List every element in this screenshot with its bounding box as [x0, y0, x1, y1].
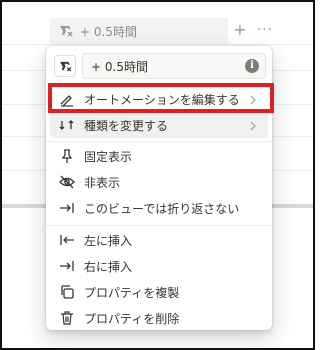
trash-icon	[58, 309, 76, 327]
more-options-button[interactable]: ···	[256, 19, 274, 41]
property-column-header[interactable]: + 0.5時間	[50, 18, 228, 44]
no-wrap-menu-item[interactable]: このビューでは折り返さない	[50, 195, 268, 221]
menu-separator	[46, 225, 272, 226]
grid-line	[2, 44, 313, 45]
property-type-button[interactable]	[54, 55, 76, 77]
eye-off-icon	[58, 173, 76, 191]
pin-menu-item[interactable]: 固定表示	[50, 143, 268, 169]
menu-item-label: プロパティを複製	[84, 285, 180, 300]
menu-item-label: 左に挿入	[84, 233, 133, 248]
insert-right-menu-item[interactable]: 右に挿入	[50, 253, 268, 279]
property-name-row: + 0.5時間 i	[54, 53, 266, 79]
highlight-annotation-box	[48, 83, 274, 113]
property-name-value: + 0.5時間	[91, 59, 148, 74]
add-property-button[interactable]: +	[232, 19, 248, 41]
pin-icon	[58, 147, 76, 165]
menu-item-label: 種類を変更する	[84, 118, 169, 133]
hide-menu-item[interactable]: 非表示	[50, 169, 268, 195]
change-type-icon	[58, 116, 76, 134]
menu-item-label: 右に挿入	[84, 259, 133, 274]
column-header-label: + 0.5時間	[80, 24, 137, 39]
insert-left-icon	[58, 231, 76, 249]
delete-property-menu-item[interactable]: プロパティを削除	[50, 305, 268, 331]
menu-item-label: プロパティを削除	[84, 311, 180, 326]
insert-left-menu-item[interactable]: 左に挿入	[50, 227, 268, 253]
formula-icon	[59, 61, 71, 72]
menu-item-label: 非表示	[84, 175, 121, 190]
formula-icon	[58, 23, 74, 39]
insert-right-icon	[58, 257, 76, 275]
duplicate-icon	[58, 283, 76, 301]
menu-item-label: 固定表示	[84, 149, 133, 164]
menu-separator	[46, 141, 272, 142]
duplicate-property-menu-item[interactable]: プロパティを複製	[50, 279, 268, 305]
property-name-input[interactable]: + 0.5時間 i	[82, 53, 266, 79]
info-icon[interactable]: i	[245, 59, 259, 73]
menu-item-label: このビューでは折り返さない	[84, 201, 240, 216]
wrap-icon	[58, 199, 76, 217]
chevron-right-icon	[246, 118, 260, 132]
change-type-menu-item[interactable]: 種類を変更する	[50, 112, 268, 138]
